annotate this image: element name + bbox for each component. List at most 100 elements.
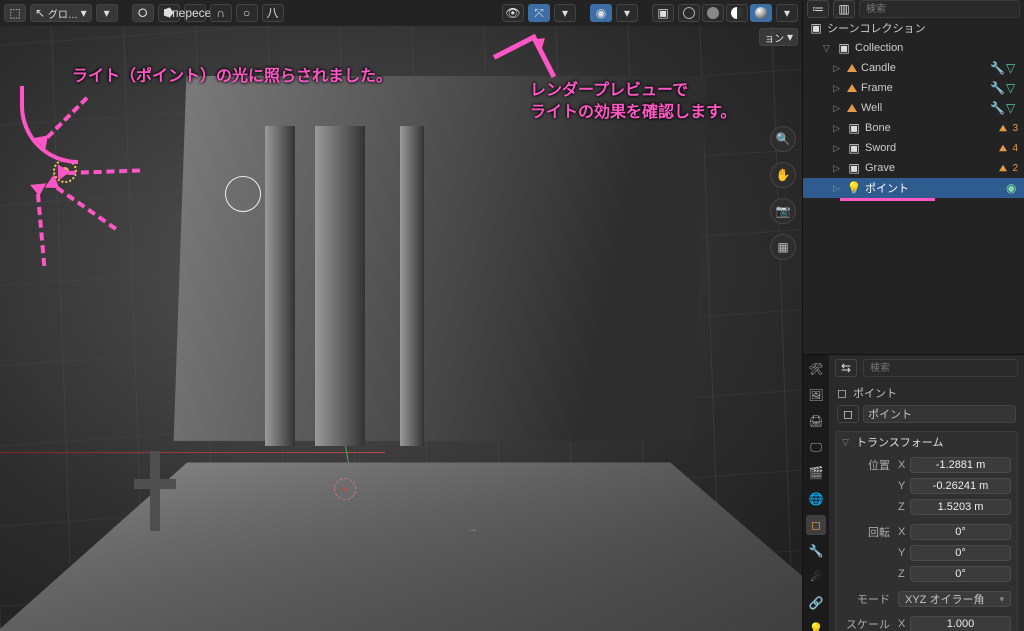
zoom-icon[interactable]: 🔍 bbox=[770, 126, 796, 152]
properties-editor-icon[interactable]: ⇆ bbox=[835, 359, 857, 377]
properties-body: ⇆ ◻ ポイント ◻ ポイント ▽ トランスフォーム bbox=[829, 355, 1024, 631]
outliner[interactable]: ▣ シーンコレクション ▽ ▣ Collection ▷ Candle 🔧▽ ▷… bbox=[803, 18, 1024, 354]
outliner-row[interactable]: ▷▣ Bone 3 bbox=[803, 118, 1024, 138]
outliner-search-input[interactable] bbox=[859, 0, 1020, 18]
visibility-icon[interactable]: 👁 bbox=[502, 4, 524, 22]
interaction-mode-label: グロ… bbox=[48, 6, 78, 21]
tab-output-icon[interactable]: 🖨 bbox=[806, 411, 826, 431]
properties-tabs: 🛠 🖼 🖨 🖵 🎬 🌐 ◻ 🔧 ☄ 🔗 💡 bbox=[803, 355, 829, 631]
tab-object-icon[interactable]: ◻ bbox=[806, 515, 826, 535]
tab-modifiers-icon[interactable]: 🔧 bbox=[806, 541, 826, 561]
outliner-row[interactable]: ▷ Frame 🔧▽ bbox=[803, 78, 1024, 98]
scale-x-field[interactable]: 1.000 bbox=[910, 616, 1011, 631]
datablock-type-icon[interactable]: ◻ bbox=[837, 405, 859, 423]
xray-icon[interactable]: ▣ bbox=[652, 4, 674, 22]
breadcrumb-label: ポイント bbox=[853, 385, 897, 401]
tab-physics-icon[interactable]: ☄ bbox=[806, 567, 826, 587]
shading-solid[interactable] bbox=[702, 4, 724, 22]
viewport-column: ⬚ ↖ グロ… ▾ ▾ ⭘ ⭓ пересеч ∩ ○ 八 👁 ⤧ ▾ ◉ ▾ … bbox=[0, 0, 802, 631]
properties-search-input[interactable] bbox=[863, 359, 1018, 377]
outliner-header: ≔ ▥ bbox=[803, 0, 1024, 18]
scene-geometry bbox=[110, 86, 730, 606]
outliner-row[interactable]: ▷ Candle 🔧▽ bbox=[803, 58, 1024, 78]
position-y-field[interactable]: -0.26241 m bbox=[910, 478, 1011, 494]
tab-tool-icon[interactable]: 🛠 bbox=[806, 359, 826, 379]
tab-world-icon[interactable]: 🌐 bbox=[806, 489, 826, 509]
outliner-row[interactable]: ▷▣ Sword 4 bbox=[803, 138, 1024, 158]
outliner-display-mode-icon[interactable]: ▥ bbox=[833, 0, 855, 18]
view-menu-button[interactable]: ▾ bbox=[96, 4, 118, 22]
options-dropdown-label: ョン bbox=[764, 30, 784, 45]
properties-header: ⇆ bbox=[829, 355, 1024, 381]
shading-mode-group bbox=[678, 4, 772, 22]
properties-editor: 🛠 🖼 🖨 🖵 🎬 🌐 ◻ 🔧 ☄ 🔗 💡 ⇆ ◻ ポ bbox=[803, 354, 1024, 631]
outliner-label: Sword bbox=[865, 142, 896, 154]
tab-scene-icon[interactable]: 🎬 bbox=[806, 463, 826, 483]
position-z-field[interactable]: 1.5203 m bbox=[910, 499, 1011, 515]
shading-dropdown[interactable]: ▾ bbox=[776, 4, 798, 22]
rotation-z-field[interactable]: 0° bbox=[910, 566, 1011, 582]
outliner-row-collection[interactable]: ▽ ▣ Collection bbox=[803, 38, 1024, 58]
rotation-mode-dropdown[interactable]: XYZ オイラー角▾ bbox=[898, 591, 1011, 607]
proportional-mode-icon[interactable]: 八 bbox=[262, 4, 284, 22]
3d-cursor-icon bbox=[334, 478, 356, 500]
outliner-row-scene[interactable]: ▣ シーンコレクション bbox=[803, 18, 1024, 38]
editor-type-icon[interactable]: ⬚ bbox=[4, 4, 26, 22]
outliner-label: ポイント bbox=[865, 180, 909, 196]
outliner-label: Bone bbox=[865, 122, 891, 134]
right-column: ≔ ▥ ▣ シーンコレクション ▽ ▣ Collection ▷ Candle … bbox=[802, 0, 1024, 631]
shading-wireframe[interactable] bbox=[678, 4, 700, 22]
rotation-x-field[interactable]: 0° bbox=[910, 524, 1011, 540]
gizmo-toggle-icon[interactable]: ⤧ bbox=[528, 4, 550, 22]
outliner-editor-icon[interactable]: ≔ bbox=[807, 0, 829, 18]
tab-constraints-icon[interactable]: 🔗 bbox=[806, 593, 826, 613]
outliner-row[interactable]: ▷▣ Grave 2 bbox=[803, 158, 1024, 178]
overlay-dropdown[interactable]: ▾ bbox=[616, 4, 638, 22]
position-x-field[interactable]: -1.2881 m bbox=[910, 457, 1011, 473]
pillar bbox=[315, 126, 365, 446]
gizmo-dropdown[interactable]: ▾ bbox=[554, 4, 576, 22]
wall bbox=[174, 76, 707, 441]
mode-label: モード bbox=[842, 591, 898, 607]
breadcrumb: ◻ ポイント bbox=[829, 381, 1024, 405]
select-menu-icon[interactable]: ⭘ bbox=[132, 4, 154, 22]
overlay-toggle-icon[interactable]: ◉ bbox=[590, 4, 612, 22]
transform-panel-header[interactable]: ▽ トランスフォーム bbox=[836, 432, 1017, 452]
outliner-label: シーンコレクション bbox=[827, 20, 925, 36]
transform-panel-title: トランスフォーム bbox=[856, 434, 943, 450]
tab-viewlayer-icon[interactable]: 🖵 bbox=[806, 437, 826, 457]
pillar bbox=[400, 126, 424, 446]
point-light-gizmo[interactable] bbox=[225, 176, 261, 212]
pillar bbox=[265, 126, 295, 446]
tab-data-icon[interactable]: 💡 bbox=[806, 619, 826, 631]
magnet-icon[interactable]: ∩ bbox=[210, 4, 232, 22]
tab-render-icon[interactable]: 🖼 bbox=[806, 385, 826, 405]
move-tool-icon[interactable]: пересеч bbox=[184, 4, 206, 22]
outliner-label: Frame bbox=[861, 82, 893, 94]
datablock-name-field[interactable]: ポイント bbox=[863, 405, 1016, 423]
interaction-mode-dropdown[interactable]: ↖ グロ… ▾ bbox=[30, 4, 92, 22]
3d-viewport[interactable]: ョン ▾ ライト（ポイント）の光に照らされました。 レンダープレビューで ライト… bbox=[0, 26, 802, 631]
scale-label: スケール bbox=[842, 616, 898, 631]
viewport-header: ⬚ ↖ グロ… ▾ ▾ ⭘ ⭓ пересеч ∩ ○ 八 👁 ⤧ ▾ ◉ ▾ … bbox=[0, 0, 802, 26]
viewport-side-buttons: 🔍 ✋ 📷 ▦ bbox=[770, 126, 796, 260]
rotation-label: 回転 bbox=[842, 524, 898, 540]
position-label: 位置 bbox=[842, 457, 898, 473]
options-dropdown[interactable]: ョン ▾ bbox=[759, 28, 798, 46]
proportional-icon[interactable]: ○ bbox=[236, 4, 258, 22]
outliner-label: Grave bbox=[865, 162, 895, 174]
camera-icon[interactable]: 📷 bbox=[770, 198, 796, 224]
outliner-row-selected[interactable]: ▷ 💡 ポイント ◉ bbox=[803, 178, 1024, 198]
annotation-arc bbox=[20, 86, 78, 164]
floor bbox=[0, 462, 802, 631]
transform-panel: ▽ トランスフォーム 位置X-1.2881 m Y-0.26241 m Z1.5… bbox=[835, 431, 1018, 631]
persp-icon[interactable]: ▦ bbox=[770, 234, 796, 260]
outliner-label: Well bbox=[861, 102, 882, 114]
pan-icon[interactable]: ✋ bbox=[770, 162, 796, 188]
outliner-label: Candle bbox=[861, 62, 896, 74]
outliner-label: Collection bbox=[855, 42, 903, 54]
outliner-row[interactable]: ▷ Well 🔧▽ bbox=[803, 98, 1024, 118]
shading-rendered[interactable] bbox=[750, 4, 772, 22]
rotation-y-field[interactable]: 0° bbox=[910, 545, 1011, 561]
shading-matprev[interactable] bbox=[726, 4, 748, 22]
